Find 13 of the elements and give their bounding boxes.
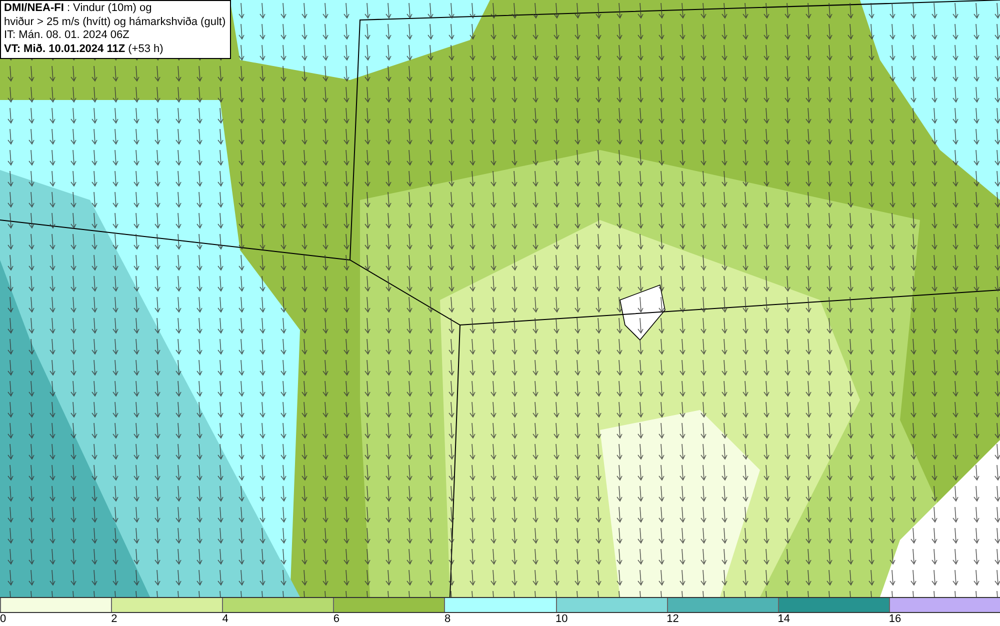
tick-label: 0: [0, 613, 6, 625]
tick-label: 10: [556, 613, 568, 625]
tick-label: 8: [444, 613, 451, 625]
title-line: DMI/NEA-FI : Vindur (10m) og: [4, 2, 153, 16]
tick-label: 12: [666, 613, 679, 625]
tick-label: 4: [222, 613, 228, 625]
title-line: IT: Mán. 08. 01. 2024 06Z: [4, 29, 130, 42]
title-line: hviður > 25 m/s (hvítt) og hámarkshviða (gult): [4, 16, 226, 29]
tick-label: 6: [333, 613, 340, 625]
tick-label: 14: [778, 613, 790, 625]
tick-label: 16: [888, 613, 902, 625]
title-line: VT: Mið. 10.01.2024 11Z (+53 h): [4, 42, 164, 56]
tick-label: 2: [111, 613, 118, 625]
